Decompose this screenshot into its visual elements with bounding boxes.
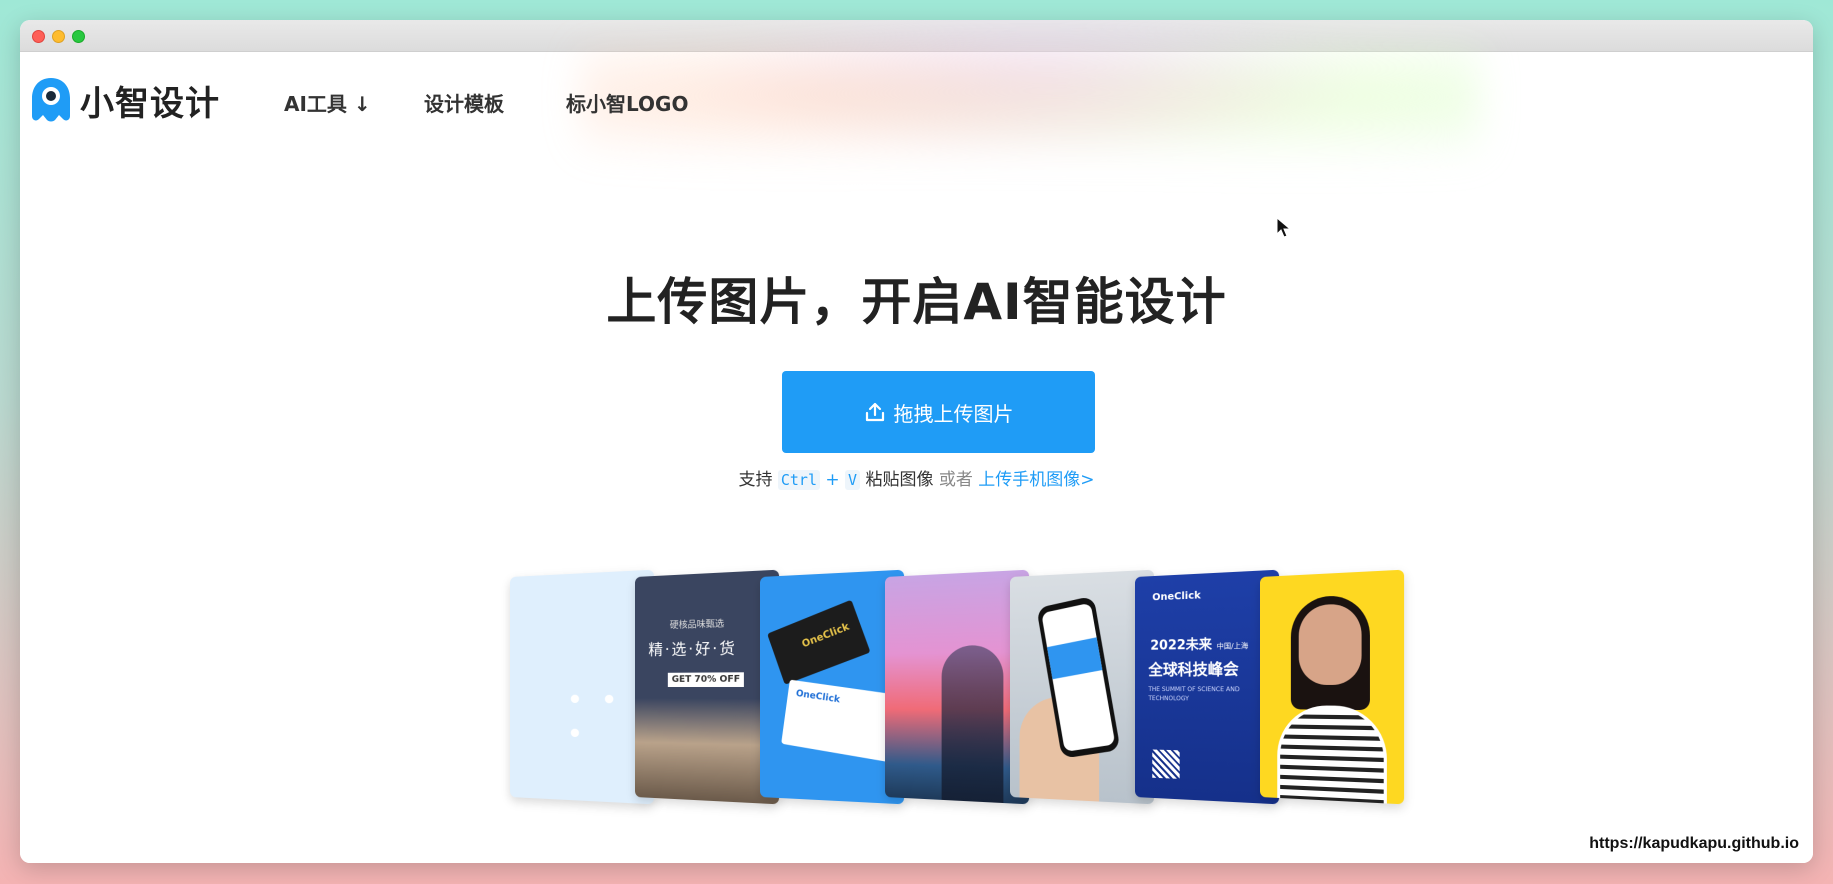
- hint-or: 或者: [938, 470, 973, 490]
- minimize-window-button[interactable]: [52, 30, 65, 43]
- qr-code: [1152, 749, 1180, 779]
- example-card-summit-poster[interactable]: OneClick 2022未来 中国/上海 全球科技峰会 THE SUMMIT …: [1135, 569, 1280, 805]
- hint-paste: 粘贴图像: [865, 470, 934, 490]
- hint-prefix: 支持: [738, 470, 773, 490]
- poster-tag: GET 70% OFF: [667, 672, 745, 687]
- portrait-face: [1298, 603, 1362, 685]
- site-header: 小智设计 AI工具 ↓ 设计模板 标小智LOGO: [20, 52, 1813, 147]
- page-content: 小智设计 AI工具 ↓ 设计模板 标小智LOGO 上传图片，开启AI智能设计 拖…: [20, 20, 1813, 863]
- business-card-dark: OneClick: [767, 599, 871, 685]
- biz-brand-dark: OneClick: [800, 621, 852, 651]
- browser-window: 小智设计 AI工具 ↓ 设计模板 标小智LOGO 上传图片，开启AI智能设计 拖…: [20, 20, 1813, 863]
- kbd-plus: +: [825, 470, 840, 490]
- example-card-phone-mockup[interactable]: [1010, 569, 1155, 805]
- business-card-light: OneClick: [781, 679, 902, 763]
- upload-icon: [865, 402, 884, 422]
- example-card-photo-art[interactable]: [885, 569, 1030, 805]
- example-cards: • • • 硬核品味甄选 精·选·好·货 GET 70% OFF OneClic…: [490, 557, 1420, 805]
- summit-title: 全球科技峰会: [1148, 659, 1239, 679]
- example-card-business-card[interactable]: OneClick OneClick: [760, 569, 905, 805]
- example-card-more[interactable]: • • •: [510, 569, 655, 805]
- page-title: 上传图片，开启AI智能设计: [606, 273, 1227, 331]
- biz-brand-light: OneClick: [795, 688, 841, 706]
- silhouette-figure: [941, 644, 1004, 804]
- upload-image-button[interactable]: 拖拽上传图片: [782, 371, 1095, 453]
- mouse-cursor-icon: [1276, 217, 1292, 238]
- example-card-sale-poster[interactable]: 硬核品味甄选 精·选·好·货 GET 70% OFF: [635, 569, 780, 805]
- kbd-v: V: [845, 470, 861, 490]
- summit-place: 中国/上海: [1216, 641, 1249, 651]
- summit-brand: OneClick: [1152, 590, 1201, 604]
- nav-logo-maker[interactable]: 标小智LOGO: [566, 88, 688, 117]
- nav-design-templates[interactable]: 设计模板: [424, 88, 504, 117]
- logo-text: 小智设计: [80, 83, 220, 124]
- poster-title: 精·选·好·货: [648, 638, 737, 659]
- watermark-url: https://kapudkapu.github.io: [1589, 835, 1799, 852]
- close-window-button[interactable]: [32, 30, 45, 43]
- upload-mobile-link[interactable]: 上传手机图像>: [978, 470, 1094, 490]
- site-logo[interactable]: 小智设计: [28, 76, 220, 124]
- mascot-icon: [32, 78, 70, 122]
- upload-button-label: 拖拽上传图片: [893, 401, 1014, 426]
- upload-hint: 支持 Ctrl + V 粘贴图像 或者 上传手机图像>: [20, 465, 1813, 490]
- kbd-ctrl: Ctrl: [777, 470, 820, 490]
- nav-ai-tools[interactable]: AI工具 ↓: [284, 88, 371, 117]
- portrait-shirt: [1277, 705, 1387, 805]
- summit-year-text: 2022未来: [1150, 637, 1213, 654]
- example-card-portrait[interactable]: [1260, 569, 1405, 805]
- poster-small-text: 硬核品味甄选: [669, 619, 725, 632]
- maximize-window-button[interactable]: [72, 30, 85, 43]
- summit-year: 2022未来 中国/上海: [1150, 632, 1248, 653]
